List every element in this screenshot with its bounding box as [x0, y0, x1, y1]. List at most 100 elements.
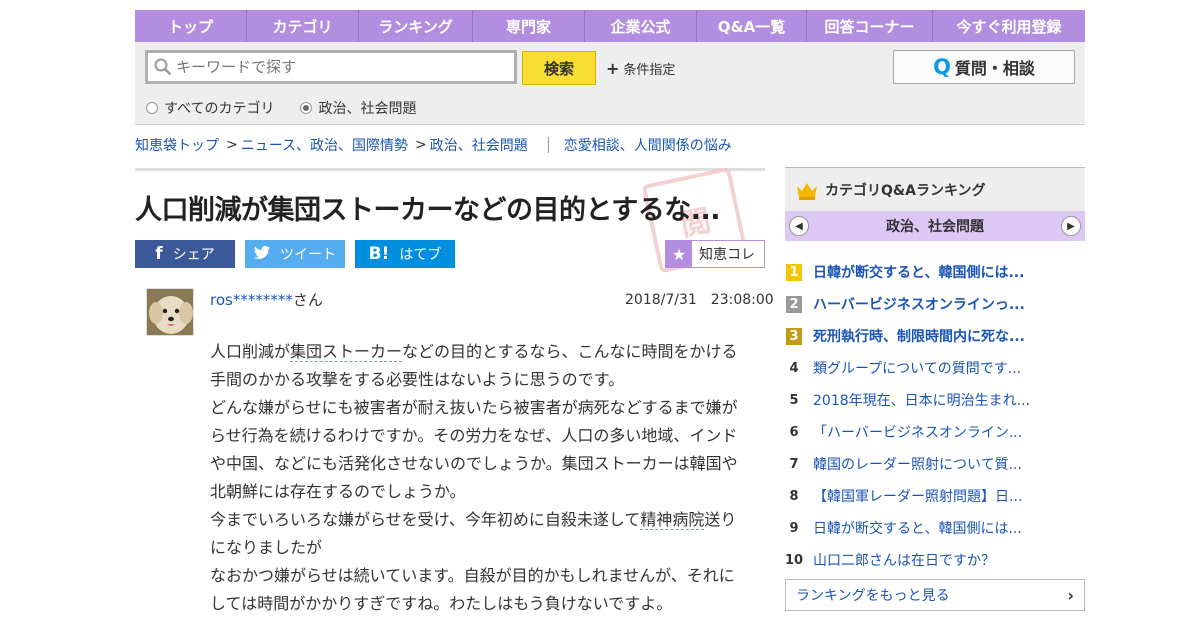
- ranking-number: 10: [784, 552, 804, 568]
- ranking-question-link[interactable]: 類グループについての質問です...: [813, 358, 1021, 378]
- nav-register[interactable]: 今すぐ利用登録: [933, 10, 1085, 42]
- share-twitter-label: ツイート: [280, 247, 336, 263]
- ranking-item[interactable]: 7 韓国のレーダー照射について質...: [785, 448, 1085, 480]
- ranking-number: 2: [786, 295, 802, 313]
- more-ranking-label: ランキングをもっと見る: [796, 588, 950, 604]
- search-button[interactable]: 検索: [522, 51, 596, 85]
- share-facebook-label: シェア: [172, 247, 215, 263]
- nav-experts[interactable]: 専門家: [473, 10, 585, 42]
- ranking-question-link[interactable]: 2018年現在、日本に明治生まれ...: [813, 390, 1030, 410]
- ranking-item[interactable]: 10 山口二郎さんは在日ですか？: [785, 544, 1085, 576]
- body-text: 人口削減が: [210, 342, 291, 361]
- nav-qa-list[interactable]: Q&A一覧: [697, 10, 807, 42]
- body-paragraph: 人口削減が集団ストーカーなどの目的とするなら、こんなに時間をかける手間のかかる攻…: [210, 338, 750, 394]
- ranking-number: 6: [789, 424, 799, 440]
- star-icon: ★: [666, 241, 692, 267]
- asker-name-link[interactable]: ros********: [210, 291, 293, 309]
- ranking-number: 9: [789, 520, 799, 536]
- nav-official[interactable]: 企業公式: [585, 10, 697, 42]
- breadcrumb-news[interactable]: ニュース、政治、国際情勢: [241, 135, 408, 155]
- share-twitter-button[interactable]: ツイート: [245, 240, 345, 268]
- nav-ranking[interactable]: ランキング: [359, 10, 473, 42]
- asker-info: ros********さん: [210, 289, 323, 310]
- ranking-number: 7: [789, 456, 799, 472]
- prev-category-arrow-icon[interactable]: ◀: [789, 216, 809, 236]
- breadcrumb-divider: [547, 137, 549, 153]
- ranking-item[interactable]: 9 日韓が断交すると、韓国側には...: [785, 512, 1085, 544]
- ask-question-button[interactable]: Q 質問・相談: [893, 50, 1075, 84]
- main-divider: [135, 168, 765, 171]
- ranking-item[interactable]: 8 【韓国軍レーダー照射問題】日...: [785, 480, 1085, 512]
- keyword-link[interactable]: 精神病院: [640, 510, 705, 530]
- ranking-list: 1 日韓が断交すると、韓国側には... 2 ハーバービジネスオンラインっ... 3 死刑執…: [785, 256, 1085, 576]
- nav-answer-corner[interactable]: 回答コーナー: [807, 10, 933, 42]
- ranking-header: カテゴリQ&Aランキング: [785, 167, 1085, 211]
- radio-current-label: 政治、社会問題: [318, 101, 417, 117]
- ranking-question-link[interactable]: 「ハーバービジネスオンライン...: [813, 422, 1022, 442]
- next-category-arrow-icon[interactable]: ▶: [1061, 216, 1081, 236]
- ranking-item[interactable]: 4 類グループについての質問です...: [785, 352, 1085, 384]
- ask-question-label: 質問・相談: [954, 59, 1035, 78]
- search-panel: 検索 + 条件指定 Q 質問・相談 すべてのカテゴリ 政治、社会問題: [135, 42, 1085, 125]
- share-facebook-button[interactable]: f シェア: [135, 240, 235, 268]
- radio-all-categories[interactable]: すべてのカテゴリ: [146, 98, 274, 118]
- ranking-question-link[interactable]: 日韓が断交すると、韓国側には...: [813, 262, 1024, 282]
- ranking-number: 8: [789, 488, 799, 504]
- facebook-icon: f: [155, 244, 163, 264]
- share-hatena-label: はてブ: [399, 247, 442, 263]
- chie-collection-label: 知恵コレ: [699, 247, 755, 263]
- share-hatena-button[interactable]: B! はてブ: [355, 240, 455, 268]
- search-conditions-link[interactable]: + 条件指定: [606, 59, 675, 78]
- question-date: 2018/7/31 23:08:00: [625, 292, 774, 308]
- radio-current-category[interactable]: 政治、社会問題: [300, 98, 416, 118]
- plus-icon: +: [606, 59, 620, 78]
- ranking-item[interactable]: 3 死刑執行時、制限時間内に死な...: [785, 320, 1085, 352]
- nav-top[interactable]: トップ: [135, 10, 247, 42]
- related-category-link[interactable]: 恋愛相談、人間関係の悩み: [564, 135, 732, 155]
- ranking-question-link[interactable]: ハーバービジネスオンラインっ...: [813, 294, 1025, 314]
- search-field[interactable]: [145, 50, 517, 84]
- global-nav: トップ カテゴリ ランキング 専門家 企業公式 Q&A一覧 回答コーナー 今すぐ…: [135, 10, 1085, 42]
- ranking-category-switcher: ◀ 政治、社会問題 ▶: [785, 211, 1085, 241]
- ranking-question-link[interactable]: 山口二郎さんは在日ですか？: [813, 550, 995, 570]
- search-input[interactable]: [176, 58, 506, 76]
- ranking-question-link[interactable]: 韓国のレーダー照射について質...: [813, 454, 1022, 474]
- hatena-bookmark-icon: B!: [368, 244, 390, 264]
- crown-icon: [797, 182, 817, 200]
- breadcrumb-separator: >: [226, 137, 238, 153]
- ranking-item[interactable]: 2 ハーバービジネスオンラインっ...: [785, 288, 1085, 320]
- ranking-question-link[interactable]: 死刑執行時、制限時間内に死な...: [813, 326, 1025, 346]
- avatar[interactable]: [146, 288, 194, 336]
- ranking-question-link[interactable]: 日韓が断交すると、韓国側には...: [813, 518, 1022, 538]
- breadcrumb-politics[interactable]: 政治、社会問題: [430, 135, 528, 155]
- search-conditions-label: 条件指定: [623, 63, 676, 78]
- breadcrumb-top[interactable]: 知恵袋トップ: [135, 135, 219, 155]
- question-body: 人口削減が集団ストーカーなどの目的とするなら、こんなに時間をかける手間のかかる攻…: [210, 338, 750, 618]
- ranking-number: 4: [789, 360, 799, 376]
- ranking-number: 5: [789, 392, 799, 408]
- body-text: 今までいろいろな嫌がらせを受け、今年初めに自殺未遂して: [210, 510, 641, 529]
- ranking-item[interactable]: 6 「ハーバービジネスオンライン...: [785, 416, 1085, 448]
- breadcrumb-separator: >: [415, 137, 427, 153]
- q-icon: Q: [933, 55, 951, 79]
- radio-indicator-selected: [300, 102, 313, 114]
- more-ranking-link[interactable]: ランキングをもっと見る ›: [785, 579, 1085, 611]
- ranking-title: カテゴリQ&Aランキング: [825, 182, 986, 199]
- ranking-question-link[interactable]: 【韓国軍レーダー照射問題】日...: [813, 486, 1022, 506]
- radio-indicator: [146, 102, 158, 114]
- nav-category[interactable]: カテゴリ: [247, 10, 359, 42]
- body-paragraph: どんな嫌がらせにも被害者が耐え抜いたら被害者が病死などするまで嫌がらせ行為を続け…: [210, 398, 738, 501]
- ranking-item[interactable]: 1 日韓が断交すると、韓国側には...: [785, 256, 1085, 288]
- chie-collection-button[interactable]: ★ 知恵コレ: [665, 240, 765, 268]
- question-title: 人口削減が集団ストーカーなどの目的とするな...: [135, 195, 720, 226]
- body-paragraph: 今までいろいろな嫌がらせを受け、今年初めに自殺未遂して精神病院送りになりましたが: [210, 506, 750, 562]
- keyword-link[interactable]: 集団ストーカー: [290, 342, 403, 362]
- ranking-item[interactable]: 5 2018年現在、日本に明治生まれ...: [785, 384, 1085, 416]
- ranking-number: 3: [786, 327, 802, 345]
- dog-avatar-image: [147, 289, 193, 335]
- radio-all-label: すべてのカテゴリ: [164, 101, 275, 117]
- body-paragraph: なおかつ嫌がらせは続いています。自殺が目的かもしれませんが、それにしては時間がか…: [210, 566, 735, 613]
- search-icon: [154, 58, 172, 76]
- ranking-number: 1: [786, 263, 802, 281]
- breadcrumb: 知恵袋トップ > ニュース、政治、国際情勢 > 政治、社会問題 恋愛相談、人間関…: [135, 135, 732, 155]
